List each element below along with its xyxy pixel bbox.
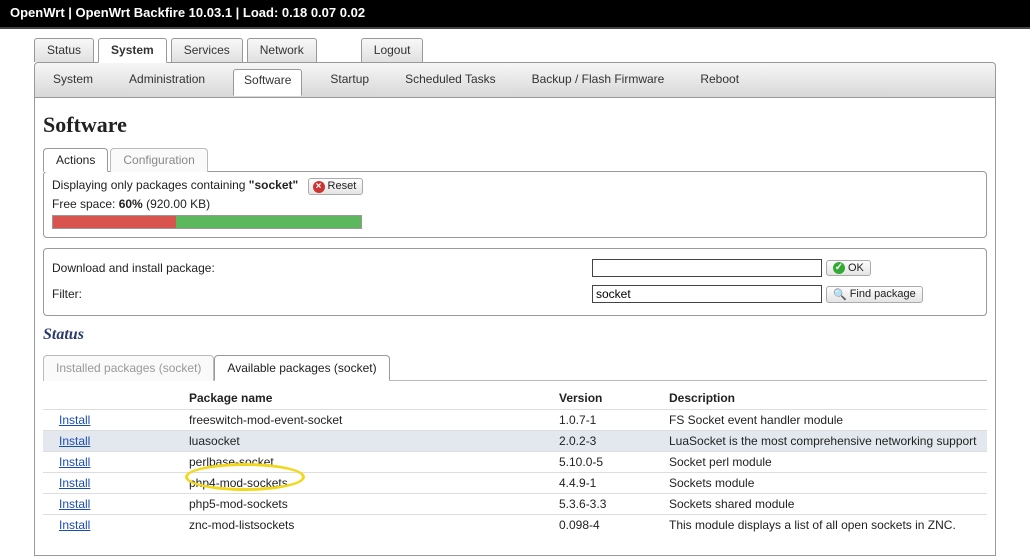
top-bar-edge	[0, 27, 1030, 29]
subtab-scheduled[interactable]: Scheduled Tasks	[397, 69, 504, 91]
package-description: This module displays a list of all open …	[663, 515, 987, 536]
table-row: Install php5-mod-sockets5.3.6-3.3Sockets …	[43, 494, 987, 515]
install-link[interactable]: Install	[59, 497, 90, 511]
free-bar	[176, 216, 361, 228]
package-name: php4-mod-sockets	[183, 473, 553, 494]
package-description: FS Socket event handler module	[663, 410, 987, 431]
table-row: Install luasocket2.0.2-3LuaSocket is the …	[43, 431, 987, 452]
subtab-system[interactable]: System	[45, 69, 101, 91]
actions-panel: Displaying only packages containing "soc…	[43, 171, 987, 238]
status-heading: Status	[43, 326, 987, 344]
install-link[interactable]: Install	[59, 476, 90, 490]
table-row: Install freeswitch-mod-event-socket1.0.7-…	[43, 410, 987, 431]
package-description: Sockets shared module	[663, 494, 987, 515]
tab-logout[interactable]: Logout	[361, 38, 424, 62]
subtab-startup[interactable]: Startup	[322, 69, 377, 91]
col-version: Version	[553, 387, 663, 410]
sub-tabs: System Administration Software Startup S…	[34, 62, 996, 98]
col-action	[43, 387, 183, 410]
package-name: perlbase-socket	[183, 452, 553, 473]
check-icon: ✓	[833, 262, 845, 274]
package-description: LuaSocket is the most comprehensive netw…	[663, 431, 987, 452]
install-link[interactable]: Install	[59, 434, 90, 448]
page-body: Software Actions Configuration Displayin…	[34, 98, 996, 556]
reset-label: Reset	[328, 180, 357, 192]
subtab-software[interactable]: Software	[233, 69, 302, 96]
top-bar: OpenWrt | OpenWrt Backfire 10.03.1 | Loa…	[0, 0, 1030, 27]
main-tabs: Status System Services Network Logout	[34, 37, 1030, 62]
install-link[interactable]: Install	[59, 413, 90, 427]
close-icon: ×	[313, 181, 325, 193]
section-tabs: Actions Configuration	[43, 148, 991, 172]
ok-label: OK	[848, 262, 864, 274]
filter-row: Filter: 🔍Find package	[52, 281, 978, 307]
tab-status[interactable]: Status	[34, 38, 94, 62]
subtab-reboot[interactable]: Reboot	[692, 69, 747, 91]
package-version: 5.10.0-5	[553, 452, 663, 473]
package-version: 5.3.6-3.3	[553, 494, 663, 515]
package-name: php5-mod-sockets	[183, 494, 553, 515]
used-bar	[53, 216, 176, 228]
install-link[interactable]: Install	[59, 455, 90, 469]
page-title: Software	[43, 112, 987, 138]
find-label: Find package	[850, 288, 916, 300]
section-tab-actions[interactable]: Actions	[43, 148, 108, 172]
free-space-prefix: Free space:	[52, 197, 119, 211]
tab-installed-packages[interactable]: Installed packages (socket)	[43, 355, 214, 381]
package-name: freeswitch-mod-event-socket	[183, 410, 553, 431]
filter-term: "socket"	[249, 178, 298, 192]
col-name: Package name	[183, 387, 553, 410]
reset-button[interactable]: ×Reset	[308, 178, 364, 195]
filter-input[interactable]	[592, 285, 822, 303]
tab-available-packages[interactable]: Available packages (socket)	[214, 355, 389, 381]
table-row: Install php4-mod-sockets4.4.9-1Sockets mo…	[43, 473, 987, 494]
download-row: Download and install package: ✓OK	[52, 255, 978, 281]
subtab-administration[interactable]: Administration	[121, 69, 213, 91]
package-name: znc-mod-listsockets	[183, 515, 553, 536]
section-tab-configuration[interactable]: Configuration	[110, 148, 207, 172]
install-link[interactable]: Install	[59, 518, 90, 532]
package-name: luasocket	[183, 431, 553, 452]
tab-system[interactable]: System	[98, 38, 167, 63]
download-label: Download and install package:	[52, 261, 592, 275]
col-description: Description	[663, 387, 987, 410]
tab-services[interactable]: Services	[171, 38, 243, 62]
package-table: Package name Version Description Install…	[43, 387, 987, 535]
filter-message: Displaying only packages containing "soc…	[52, 178, 978, 195]
package-description: Socket perl module	[663, 452, 987, 473]
package-version: 0.098-4	[553, 515, 663, 536]
package-tabs: Installed packages (socket) Available pa…	[43, 354, 987, 381]
download-input[interactable]	[592, 259, 822, 277]
package-version: 1.0.7-1	[553, 410, 663, 431]
package-version: 4.4.9-1	[553, 473, 663, 494]
package-description: Sockets module	[663, 473, 987, 494]
filter-label: Filter:	[52, 287, 592, 301]
free-space-pct: 60%	[119, 197, 143, 211]
tab-network[interactable]: Network	[247, 38, 317, 62]
find-package-button[interactable]: 🔍Find package	[826, 286, 923, 303]
package-version: 2.0.2-3	[553, 431, 663, 452]
free-space-row: Free space: 60% (920.00 KB)	[52, 197, 978, 211]
free-space-size: (920.00 KB)	[146, 197, 210, 211]
filter-msg-prefix: Displaying only packages containing	[52, 178, 249, 192]
table-row: Install perlbase-socket5.10.0-5Socket per…	[43, 452, 987, 473]
table-row: Install znc-mod-listsockets0.098-4This mo…	[43, 515, 987, 536]
free-space-bar	[52, 215, 362, 229]
subtab-backup[interactable]: Backup / Flash Firmware	[524, 69, 673, 91]
install-panel: Download and install package: ✓OK Filter…	[43, 248, 987, 316]
ok-button[interactable]: ✓OK	[826, 260, 871, 276]
search-icon: 🔍	[833, 288, 847, 301]
